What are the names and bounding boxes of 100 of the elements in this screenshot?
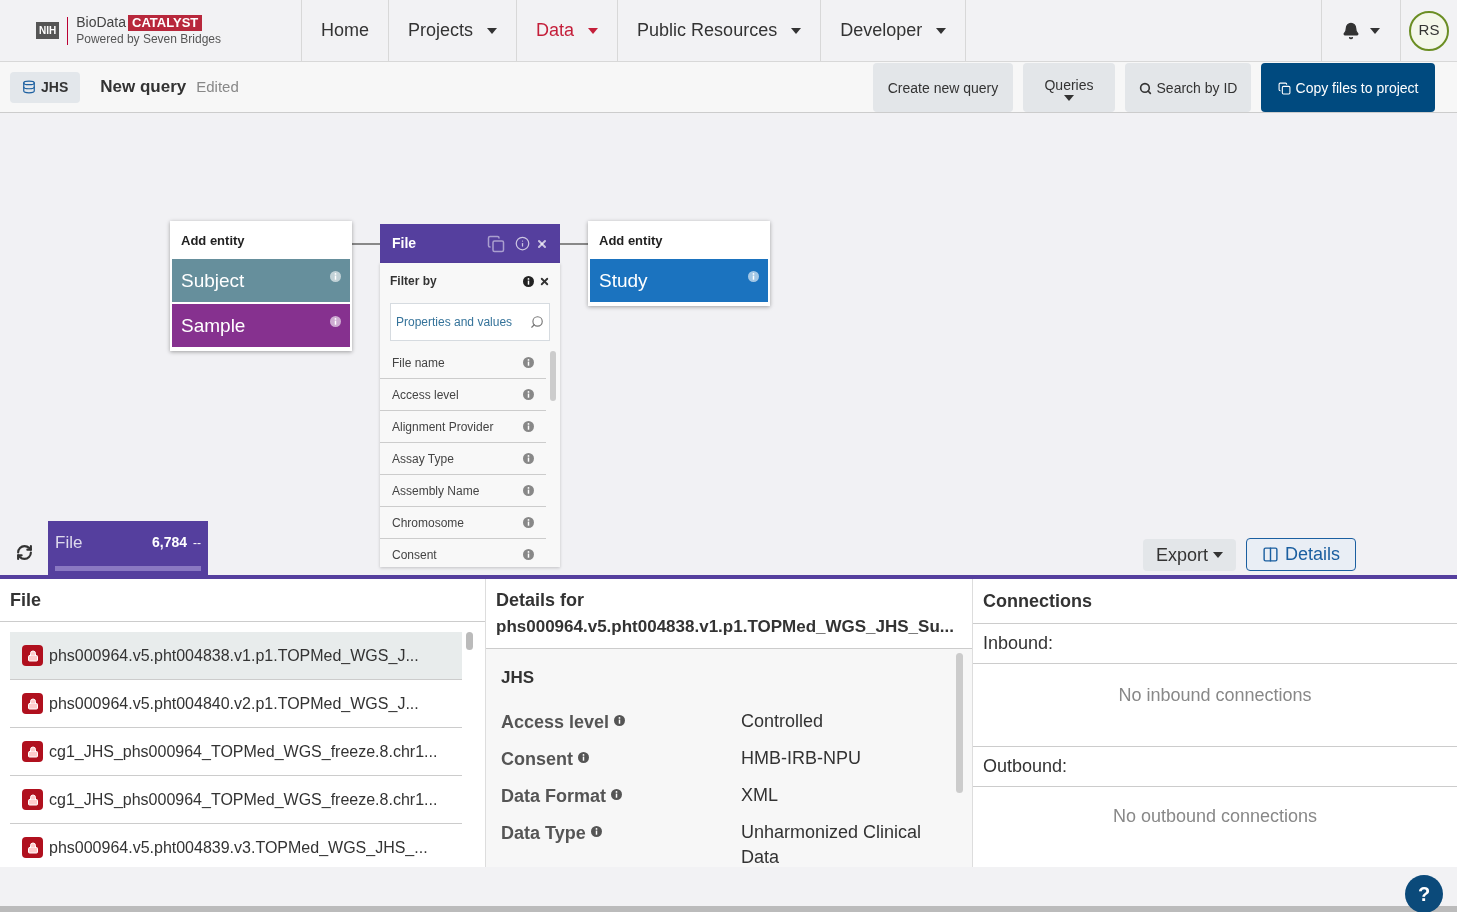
property-item[interactable]: Assembly Name bbox=[380, 475, 546, 507]
nav-tab[interactable]: Developer bbox=[821, 0, 967, 61]
lock-icon bbox=[22, 837, 43, 859]
inbound-label: Inbound: bbox=[973, 624, 1457, 664]
scrollbar[interactable] bbox=[956, 653, 963, 793]
result-extra: -- bbox=[193, 534, 201, 552]
field-value: Controlled bbox=[741, 709, 825, 733]
info-icon bbox=[523, 549, 534, 560]
logo-tagline: Powered by Seven Bridges bbox=[76, 31, 221, 47]
file-name: cg1_JHS_phs000964_TOPMed_WGS_freeze.8.chr1... bbox=[49, 789, 438, 810]
filter-title: Filter by bbox=[390, 273, 438, 290]
database-icon bbox=[22, 80, 36, 94]
copy-icon[interactable] bbox=[487, 234, 505, 253]
info-icon bbox=[523, 421, 534, 432]
nav-tab[interactable]: Projects bbox=[389, 0, 518, 61]
entity-option[interactable]: Study bbox=[590, 258, 768, 302]
columns-icon bbox=[1261, 546, 1279, 563]
file-row[interactable]: phs000964.v5.pht004838.v1.p1.TOPMed_WGS_J... bbox=[10, 632, 462, 681]
property-item[interactable]: Chromosome bbox=[380, 507, 546, 539]
dataset-badge[interactable]: JHS bbox=[10, 71, 81, 103]
entity-title: File bbox=[392, 234, 418, 253]
close-icon[interactable] bbox=[539, 275, 550, 287]
empty-message: No outbound connections bbox=[1111, 805, 1319, 828]
section-title: JHS bbox=[501, 667, 536, 689]
search-field[interactable]: Properties and values bbox=[390, 303, 550, 341]
entity-label: File bbox=[55, 532, 84, 554]
panel-title: Connections bbox=[973, 579, 1457, 624]
lock-icon bbox=[22, 693, 43, 715]
info-icon bbox=[611, 788, 623, 800]
info-icon bbox=[523, 357, 534, 368]
caret-icon bbox=[1212, 552, 1223, 558]
field-value: Unharmonized Clinical Data bbox=[741, 820, 923, 867]
field-label: Data Format bbox=[501, 782, 741, 810]
export-button[interactable]: Export bbox=[1142, 539, 1236, 571]
property-item[interactable]: Alignment Provider bbox=[380, 411, 546, 443]
nav-tab[interactable]: Home bbox=[302, 0, 389, 61]
user-avatar[interactable]: RS bbox=[1409, 10, 1449, 51]
details-button[interactable]: Details bbox=[1245, 538, 1356, 571]
info-icon bbox=[523, 389, 534, 400]
toolbar-button[interactable]: Copy files to project bbox=[1261, 63, 1435, 112]
scrollbar[interactable] bbox=[466, 632, 473, 651]
caret-icon bbox=[1064, 94, 1074, 101]
details-title: Details for bbox=[496, 589, 586, 613]
caret-icon bbox=[1370, 27, 1380, 34]
info-icon bbox=[523, 275, 534, 287]
info-icon bbox=[523, 453, 534, 464]
info-icon bbox=[330, 270, 341, 282]
file-name: phs000964.v5.pht004840.v2.p1.TOPMed_WGS_J... bbox=[49, 693, 419, 714]
caret-icon bbox=[791, 27, 802, 34]
panel-title: File bbox=[0, 579, 485, 623]
close-icon[interactable] bbox=[536, 237, 548, 250]
lock-icon bbox=[22, 645, 43, 667]
property-item[interactable]: File name bbox=[380, 347, 546, 379]
field-value: XML bbox=[741, 783, 779, 807]
agency-logo: NIH bbox=[36, 22, 60, 39]
entity-option[interactable]: Subject bbox=[172, 258, 350, 302]
product-badge: CATALYST bbox=[128, 14, 203, 32]
search-icon bbox=[1138, 81, 1152, 95]
info-icon[interactable] bbox=[515, 236, 530, 251]
field-label: Data Type bbox=[501, 819, 741, 867]
property-item[interactable]: Consent bbox=[380, 539, 546, 567]
info-icon bbox=[748, 270, 759, 282]
info-icon bbox=[578, 751, 589, 763]
result-count: 6,784 bbox=[151, 533, 187, 553]
copy-icon bbox=[1277, 81, 1291, 95]
field-label: Access level bbox=[501, 708, 741, 736]
lock-icon bbox=[22, 789, 43, 811]
field-label: Consent bbox=[501, 745, 741, 773]
empty-message: No inbound connections bbox=[973, 664, 1457, 747]
toolbar-button[interactable]: Queries bbox=[1023, 63, 1115, 112]
property-item[interactable]: Assay Type bbox=[380, 443, 546, 475]
toolbar-button[interactable]: Create new query bbox=[873, 63, 1013, 112]
file-name: phs000964.v5.pht004839.v3.TOPMed_WGS_JHS_... bbox=[49, 837, 428, 858]
scrollbar[interactable] bbox=[550, 351, 556, 401]
info-icon bbox=[523, 517, 534, 528]
search-icon bbox=[530, 315, 544, 329]
info-icon bbox=[614, 714, 626, 726]
toolbar-button[interactable]: Search by ID bbox=[1125, 63, 1251, 112]
outbound-label: Outbound: bbox=[973, 747, 1457, 787]
result-tab[interactable]: File 6,784 -- bbox=[48, 521, 208, 575]
property-item[interactable]: Access level bbox=[380, 379, 546, 411]
refresh-icon[interactable] bbox=[16, 544, 33, 561]
entity-option[interactable]: Sample bbox=[172, 303, 350, 347]
query-title: New query bbox=[100, 76, 187, 99]
help-button[interactable]: ? bbox=[1405, 875, 1443, 912]
nav-tab[interactable]: Public Resources bbox=[618, 0, 822, 61]
nav-tab[interactable]: Data bbox=[517, 0, 619, 61]
edit-status: Edited bbox=[196, 76, 239, 97]
file-name: phs000964.v5.pht004838.v1.p1.TOPMed_WGS_J... bbox=[49, 645, 419, 666]
caret-icon bbox=[936, 27, 947, 34]
info-icon bbox=[590, 825, 602, 837]
notification-bell-icon[interactable] bbox=[1342, 21, 1360, 40]
card-title: Add entity bbox=[180, 232, 246, 250]
field-value: HMB-IRB-NPU bbox=[741, 746, 862, 770]
info-icon bbox=[330, 315, 341, 327]
details-file-name: phs000964.v5.pht004838.v1.p1.TOPMed_WGS_JHS_Su... bbox=[496, 616, 955, 639]
info-icon bbox=[523, 485, 534, 496]
lock-icon bbox=[22, 741, 43, 763]
card-title: Add entity bbox=[598, 232, 664, 250]
caret-icon bbox=[487, 27, 498, 34]
